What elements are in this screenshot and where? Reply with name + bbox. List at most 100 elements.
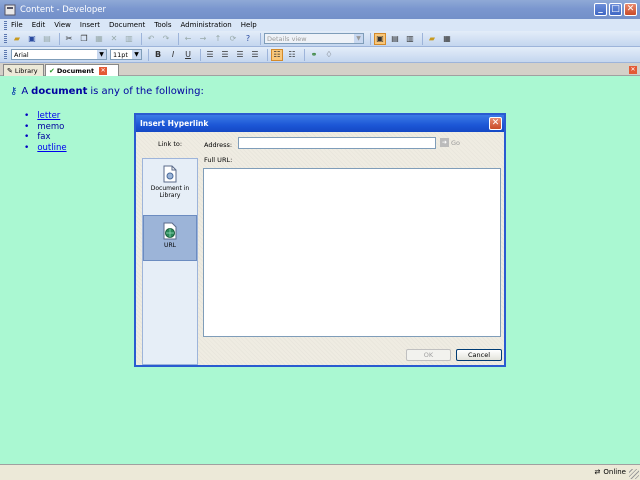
delete-icon[interactable]: ✕ [108,33,120,45]
save-icon[interactable]: ▣ [26,33,38,45]
tab-library[interactable]: ✎ Library [3,64,44,76]
help-icon[interactable]: ? [242,33,254,45]
layout-one-icon[interactable]: ▣ [374,32,386,45]
window-list-icon[interactable]: ▦ [441,33,453,45]
menu-view[interactable]: View [54,21,71,29]
list-link-letter[interactable]: letter [37,111,60,121]
toolbar-grip[interactable] [4,34,7,43]
close-document-icon[interactable]: ✕ [629,66,637,74]
align-justify-icon[interactable]: ☰ [249,49,261,61]
forward-icon[interactable]: → [197,33,209,45]
refresh-icon[interactable]: ⟳ [227,33,239,45]
tab-library-label: Library [14,66,38,75]
link-type-document-in-library[interactable]: Document in Library [143,159,197,205]
toolbar-separator [260,32,261,45]
align-left-icon[interactable]: ☰ [204,49,216,61]
link-to-panel: Document in Library URL [142,158,198,365]
tab-document-label: Document [56,66,95,75]
underline-button[interactable]: U [182,49,194,61]
undo-icon[interactable]: ↶ [145,33,157,45]
menu-insert[interactable]: Insert [80,21,100,29]
link-type-url[interactable]: URL [143,215,197,261]
menu-edit[interactable]: Edit [32,21,46,29]
link-to-label: Link to: [158,140,183,148]
key-icon: ⚷ [10,86,18,97]
cancel-button[interactable]: Cancel [456,349,502,361]
dialog-titlebar[interactable]: Insert Hyperlink ✕ [136,115,504,132]
window-titlebar: Content - Developer _ □ ✕ [0,0,640,19]
menu-help[interactable]: Help [241,21,257,29]
folder-up-icon[interactable]: ▰ [426,33,438,45]
layout-horizontal-icon[interactable]: ▤ [389,33,401,45]
italic-button[interactable]: I [167,49,179,61]
toolbar-grip[interactable] [4,50,7,59]
menu-administration[interactable]: Administration [181,21,232,29]
chevron-down-icon[interactable]: ▼ [354,34,363,43]
go-label: Go [451,138,461,147]
menubar: File Edit View Insert Document Tools Adm… [0,19,640,31]
dialog-body: Link to: Document in Library URL Address… [136,132,504,365]
intro-prefix: A [21,86,29,97]
paste-icon[interactable]: ▦ [93,33,105,45]
close-tab-icon[interactable]: ✕ [99,66,108,75]
back-icon[interactable]: ← [182,33,194,45]
open-icon[interactable]: ▰ [11,33,23,45]
menu-file[interactable]: File [11,21,23,29]
copy-icon[interactable]: ❐ [78,33,90,45]
intro-bold-term: document [31,86,88,97]
insert-hyperlink-dialog: Insert Hyperlink ✕ Link to: Document in … [134,113,506,367]
resize-grip[interactable] [629,469,639,479]
properties-icon[interactable]: ▥ [123,33,135,45]
font-combo[interactable]: Arial ▼ [11,49,107,60]
ok-button[interactable]: OK [406,349,451,361]
close-window-button[interactable]: ✕ [624,3,637,16]
chevron-down-icon[interactable]: ▼ [97,50,106,59]
layout-vertical-icon[interactable]: ▥ [404,33,416,45]
font-size-value: 11pt [113,50,128,59]
menubar-grip[interactable] [4,20,7,30]
full-url-box[interactable] [203,168,501,337]
hyperlink-icon[interactable]: ⚭ [308,49,320,61]
app-icon [4,4,16,15]
align-center-icon[interactable]: ☰ [219,49,231,61]
link-type-doc-line1: Document in [150,185,190,192]
toolbar-separator [141,32,142,45]
address-input[interactable] [238,137,436,149]
align-right-icon[interactable]: ☰ [234,49,246,61]
styles-icon[interactable]: ♢ [323,49,335,61]
menu-tools[interactable]: Tools [154,21,171,29]
list-item: outline [24,143,66,154]
go-arrow-icon: ➜ [440,138,449,147]
menu-document[interactable]: Document [109,21,145,29]
link-type-url-label: URL [164,242,176,249]
bullet-list-icon[interactable]: ☷ [271,48,283,61]
dialog-close-button[interactable]: ✕ [489,117,502,130]
maximize-button[interactable]: □ [609,3,622,16]
full-url-label: Full URL: [204,156,233,164]
toolbar-separator [267,48,268,61]
list-text-memo: memo [37,121,65,132]
standard-toolbar: ▰ ▣ ▤ ✂ ❐ ▦ ✕ ▥ ↶ ↷ ← → ↑ ⟳ ? Details vi… [0,31,640,47]
bold-button[interactable]: B [152,49,164,61]
redo-icon[interactable]: ↷ [160,33,172,45]
go-button[interactable]: ➜ Go [440,138,460,147]
toolbar-separator [422,32,423,45]
chevron-down-icon[interactable]: ▼ [132,50,141,59]
formatting-toolbar: Arial ▼ 11pt ▼ B I U ☰ ☰ ☰ ☰ ☷ ☷ ⚭ ♢ [0,47,640,63]
print-icon[interactable]: ▤ [41,33,53,45]
minimize-button[interactable]: _ [594,3,607,16]
numbered-list-icon[interactable]: ☷ [286,49,298,61]
view-combo[interactable]: Details view ▼ [264,33,364,44]
bullet-list: letter memo fax outline [24,111,66,154]
list-link-outline[interactable]: outline [37,143,66,153]
document-intro: ⚷ A document is any of the following: [10,86,204,97]
up-icon[interactable]: ↑ [212,33,224,45]
intro-suffix: is any of the following: [90,86,204,97]
globe-icon [163,222,177,240]
tab-document[interactable]: ✔ Document ✕ [45,64,119,76]
font-size-combo[interactable]: 11pt ▼ [110,49,142,60]
checkmark-icon: ✔ [49,66,55,75]
cut-icon[interactable]: ✂ [63,33,75,45]
view-combo-value: Details view [267,34,307,43]
statusbar: ⇄ Online [0,464,640,480]
